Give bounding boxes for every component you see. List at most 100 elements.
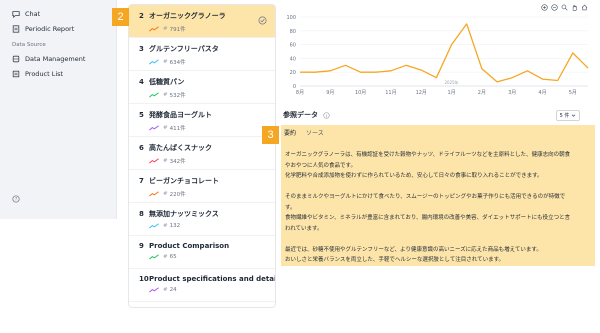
- database-icon: [12, 55, 20, 62]
- sidebar-item-chat[interactable]: Chat: [0, 6, 116, 21]
- list-item[interactable]: 10Product specifications and details #24: [129, 269, 275, 302]
- sidebar-item-data-management[interactable]: Data Management: [0, 51, 116, 66]
- hash-icon: #: [163, 26, 168, 32]
- reference-line: 最近では、砂糖不使用やグルテンフリーなど、より健康意識の高いニーズに応えた商品も…: [285, 246, 542, 253]
- item-count: 411件: [169, 126, 186, 132]
- chart-toolbar: [541, 4, 588, 11]
- item-title: 6 高たんぱくスナック: [139, 143, 267, 153]
- reference-line: 食物繊維やビタミン、ミネラルが豊富に含まれており、腸内環境の改善や美容、ダイエッ…: [285, 215, 571, 221]
- tab-source[interactable]: ソース: [306, 128, 324, 137]
- list-item[interactable]: 9 Product Comparison #65: [129, 236, 275, 269]
- list-item[interactable]: 6 高たんぱくスナック #342件: [129, 137, 275, 170]
- check-circle-icon[interactable]: [258, 16, 267, 25]
- pan-icon[interactable]: [571, 4, 578, 11]
- item-label: Product Comparison: [149, 242, 230, 250]
- item-count: 65: [169, 254, 177, 260]
- chevron-down-icon: [572, 114, 576, 117]
- item-title: 9 Product Comparison: [139, 242, 267, 250]
- result-count-select[interactable]: 5 件: [556, 110, 580, 121]
- list-icon: [12, 70, 20, 77]
- item-meta: #220件: [139, 190, 267, 198]
- item-label: グルテンフリーパスタ: [149, 45, 219, 53]
- reference-line: われています。: [285, 225, 323, 232]
- sidebar-item-label: Product List: [25, 69, 64, 78]
- line-chart-svg: 0204060801008月 9月 10月 11月 12月 1月 2月 3月 4月 5月2025年: [286, 15, 589, 96]
- list-item[interactable]: 4 低糖質パン #532件: [129, 71, 275, 104]
- reference-line: す。: [285, 204, 296, 211]
- y-tick-label: 40: [290, 56, 296, 62]
- home-icon[interactable]: [581, 4, 588, 11]
- x-tick-label: 9月: [326, 90, 334, 96]
- item-number: 2: [139, 12, 144, 20]
- item-label: ビーガンチョコレート: [149, 177, 219, 185]
- reference-line: オーガニックグラノーラは、有機認証を受けた穀物やナッツ、ドライフルーツなどを主原…: [285, 152, 571, 158]
- reference-title: 参照データ: [283, 111, 318, 119]
- x-tick-label: 5月: [569, 90, 577, 96]
- item-title: 8 無添加ナッツミックス: [139, 209, 267, 219]
- hash-icon: #: [163, 254, 168, 260]
- list-item[interactable]: 2 オーガニックグラノーラ #791件: [129, 5, 275, 38]
- item-count: 634件: [169, 60, 186, 66]
- item-title: 2 オーガニックグラノーラ: [139, 11, 267, 21]
- reference-summary-text: オーガニックグラノーラは、有機認証を受けた穀物やナッツ、ドライフルーツなどを主原…: [285, 150, 585, 266]
- item-label: オーガニックグラノーラ: [149, 12, 226, 20]
- list-item[interactable]: 3 グルテンフリーパスタ #634件: [129, 38, 275, 71]
- search-icon[interactable]: [561, 4, 568, 11]
- trend-up-icon: [149, 26, 159, 32]
- zoom-out-icon[interactable]: [551, 4, 558, 11]
- x-tick-label: 10月: [355, 90, 366, 96]
- item-number: 5: [139, 111, 144, 119]
- hash-icon: #: [163, 59, 168, 65]
- item-count: 24: [169, 287, 177, 293]
- annotation-badge-3: 3: [262, 126, 279, 144]
- annotation-badge-2: 2: [112, 8, 129, 26]
- info-icon[interactable]: [323, 111, 330, 119]
- chat-icon: [12, 10, 20, 18]
- item-number: 3: [139, 45, 144, 53]
- hash-icon: #: [163, 158, 168, 164]
- year-label: 2025年: [444, 79, 458, 85]
- tab-summary[interactable]: 要約: [284, 128, 296, 137]
- y-tick-label: 20: [290, 70, 296, 76]
- y-tick-label: 100: [286, 15, 296, 21]
- hash-icon: #: [163, 92, 168, 98]
- item-number: 8: [139, 210, 144, 218]
- series-line: [300, 23, 589, 83]
- item-title: 10Product specifications and details: [139, 275, 275, 283]
- help-icon[interactable]: ?: [12, 195, 20, 203]
- reference-line: [285, 234, 585, 245]
- list-item[interactable]: 8 無添加ナッツミックス #132: [129, 203, 275, 236]
- x-tick-label: 12月: [416, 90, 427, 96]
- item-count: 132: [169, 223, 181, 229]
- item-count: 532件: [169, 93, 186, 99]
- item-meta: #132: [139, 223, 267, 229]
- item-title: 3 グルテンフリーパスタ: [139, 44, 267, 54]
- item-label: 発酵食品ヨーグルト: [149, 111, 212, 119]
- sidebar-item-periodic-report[interactable]: Periodic Report: [0, 21, 116, 36]
- report-icon: [12, 24, 20, 33]
- reference-line: [285, 182, 585, 193]
- item-label: 低糖質パン: [149, 78, 185, 86]
- x-tick-label: 3月: [508, 90, 516, 96]
- y-tick-label: 60: [290, 43, 296, 49]
- item-count: 791件: [169, 27, 186, 33]
- sidebar-item-label: Data Management: [25, 54, 86, 63]
- x-tick-label: 2月: [478, 90, 486, 96]
- reference-line: やおやつに人気の食品です。: [285, 162, 356, 169]
- trend-up-icon: [149, 158, 159, 164]
- item-label: Product specifications and details: [149, 275, 276, 283]
- trend-up-icon: [149, 125, 159, 131]
- item-count: 220件: [169, 192, 186, 198]
- item-meta: #791件: [139, 25, 267, 33]
- list-item[interactable]: 5 発酵食品ヨーグルト #411件: [129, 104, 275, 137]
- trend-up-icon: [149, 92, 159, 98]
- trend-up-icon: [149, 287, 159, 293]
- list-item[interactable]: 7 ビーガンチョコレート #220件: [129, 170, 275, 203]
- item-title: 7 ビーガンチョコレート: [139, 176, 267, 186]
- zoom-in-icon[interactable]: [541, 4, 548, 11]
- sidebar-item-product-list[interactable]: Product List: [0, 66, 116, 81]
- item-label: 高たんぱくスナック: [149, 144, 212, 152]
- reference-line: おいしさと栄養バランスを両立した、手軽でヘルシーな選択肢として注目されています。: [285, 257, 505, 263]
- item-title: 4 低糖質パン: [139, 77, 267, 87]
- item-meta: #65: [139, 254, 267, 260]
